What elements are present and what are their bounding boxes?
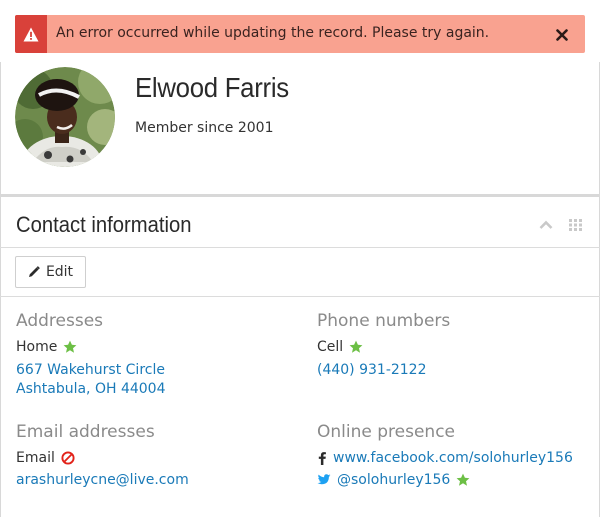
close-icon[interactable]	[556, 26, 570, 41]
online-heading: Online presence	[317, 422, 456, 442]
contact-panel	[0, 197, 600, 517]
email-link[interactable]: arashurleycne@live.com	[16, 472, 189, 488]
chevron-up-icon[interactable]	[539, 215, 553, 229]
warning-icon	[15, 15, 47, 53]
email-label: Email	[16, 450, 75, 466]
panel-title: Contact information	[16, 212, 192, 237]
edit-label: Edit	[45, 264, 74, 280]
emails-heading: Email addresses	[16, 422, 155, 442]
star-icon	[349, 340, 363, 354]
star-icon	[456, 473, 470, 487]
address-line2-link[interactable]: Ashtabula, OH 44004	[16, 381, 165, 397]
facebook-row: www.facebook.com/solohurley156	[317, 450, 573, 466]
twitter-icon	[317, 474, 331, 486]
profile-name: Elwood Farris	[135, 72, 289, 103]
addresses-heading: Addresses	[16, 311, 104, 331]
member-since: Member since 2001	[135, 120, 274, 136]
facebook-link[interactable]: www.facebook.com/solohurley156	[333, 450, 573, 466]
facebook-icon	[317, 451, 327, 465]
drag-handle-icon[interactable]	[569, 216, 583, 231]
ban-icon	[61, 451, 75, 465]
star-icon	[63, 340, 77, 354]
twitter-row: @solohurley156	[317, 472, 470, 488]
phone-link[interactable]: (440) 931-2122	[317, 362, 427, 378]
address-line1-link[interactable]: 667 Wakehurst Circle	[16, 362, 165, 378]
avatar	[15, 67, 115, 167]
address-type: Home	[16, 339, 58, 355]
address-label: Home	[16, 339, 77, 355]
phones-heading: Phone numbers	[317, 311, 451, 331]
twitter-link[interactable]: @solohurley156	[337, 472, 450, 488]
alert-message: An error occurred while updating the rec…	[56, 25, 490, 41]
phone-label: Cell	[317, 339, 363, 355]
edit-button[interactable]: Edit	[15, 256, 86, 288]
error-alert: An error occurred while updating the rec…	[15, 15, 585, 53]
phone-type: Cell	[317, 339, 344, 355]
email-type: Email	[16, 450, 55, 466]
panel-divider-2	[0, 296, 600, 297]
pencil-icon	[28, 266, 40, 278]
panel-divider	[0, 247, 600, 248]
